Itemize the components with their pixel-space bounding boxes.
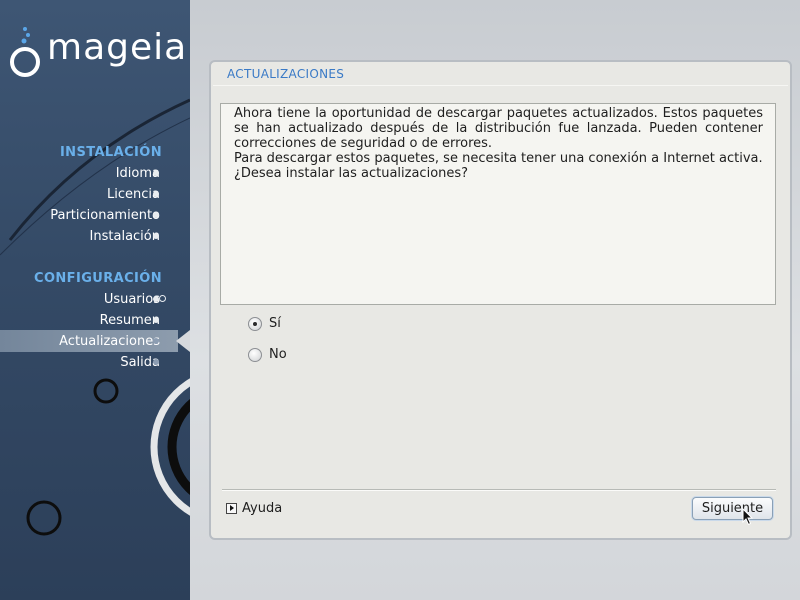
footer-divider-highlight	[222, 490, 776, 491]
nav-item-actualizaciones: Actualizaciones	[59, 334, 160, 349]
step-done-icon	[153, 212, 159, 218]
step-done-icon	[153, 317, 159, 323]
sidebar: mageia INSTALACIÓN Idioma Licencia Parti…	[0, 0, 190, 600]
step-done-icon	[153, 233, 159, 239]
radio-label: No	[269, 347, 287, 362]
nav-item-usuarios: Usuarios	[103, 292, 160, 307]
active-step-arrow-icon	[176, 330, 190, 352]
section-title-configuration: CONFIGURACIÓN	[34, 271, 162, 286]
logo-text: mageia	[47, 27, 188, 68]
message-paragraph: Para descargar estos paquetes, se necesi…	[234, 151, 763, 166]
help-expander[interactable]: Ayuda	[226, 501, 282, 516]
nav-item-resumen: Resumen	[99, 313, 160, 328]
page-title: ACTUALIZACIONES	[227, 67, 345, 81]
mouse-pointer-icon	[742, 508, 754, 526]
next-button[interactable]: Siguiente	[692, 497, 773, 520]
nav-item-instalacion: Instalación	[89, 229, 160, 244]
title-divider	[213, 85, 788, 86]
step-done-icon	[153, 170, 159, 176]
radio-label: Sí	[269, 316, 281, 331]
expand-arrow-icon[interactable]	[226, 503, 237, 514]
help-label: Ayuda	[242, 501, 283, 516]
message-paragraph: ¿Desea instalar las actualizaciones?	[234, 166, 469, 181]
message-paragraph: Ahora tiene la oportunidad de descargar …	[234, 106, 763, 151]
section-title-installation: INSTALACIÓN	[59, 145, 162, 160]
step-current-icon	[153, 338, 159, 344]
step-pending-icon	[153, 359, 159, 365]
radio-option-no[interactable]: No	[248, 347, 287, 362]
nav-item-particionamiento: Particionamiento	[50, 208, 160, 223]
radio-unchecked-icon[interactable]	[248, 347, 262, 362]
radio-option-yes[interactable]: Sí	[248, 316, 281, 331]
message-textbox[interactable]: Ahora tiene la oportunidad de descargar …	[220, 103, 776, 305]
step-done-icon	[153, 191, 159, 197]
radio-checked-icon[interactable]	[248, 316, 262, 331]
step-ring-icon	[159, 295, 166, 302]
